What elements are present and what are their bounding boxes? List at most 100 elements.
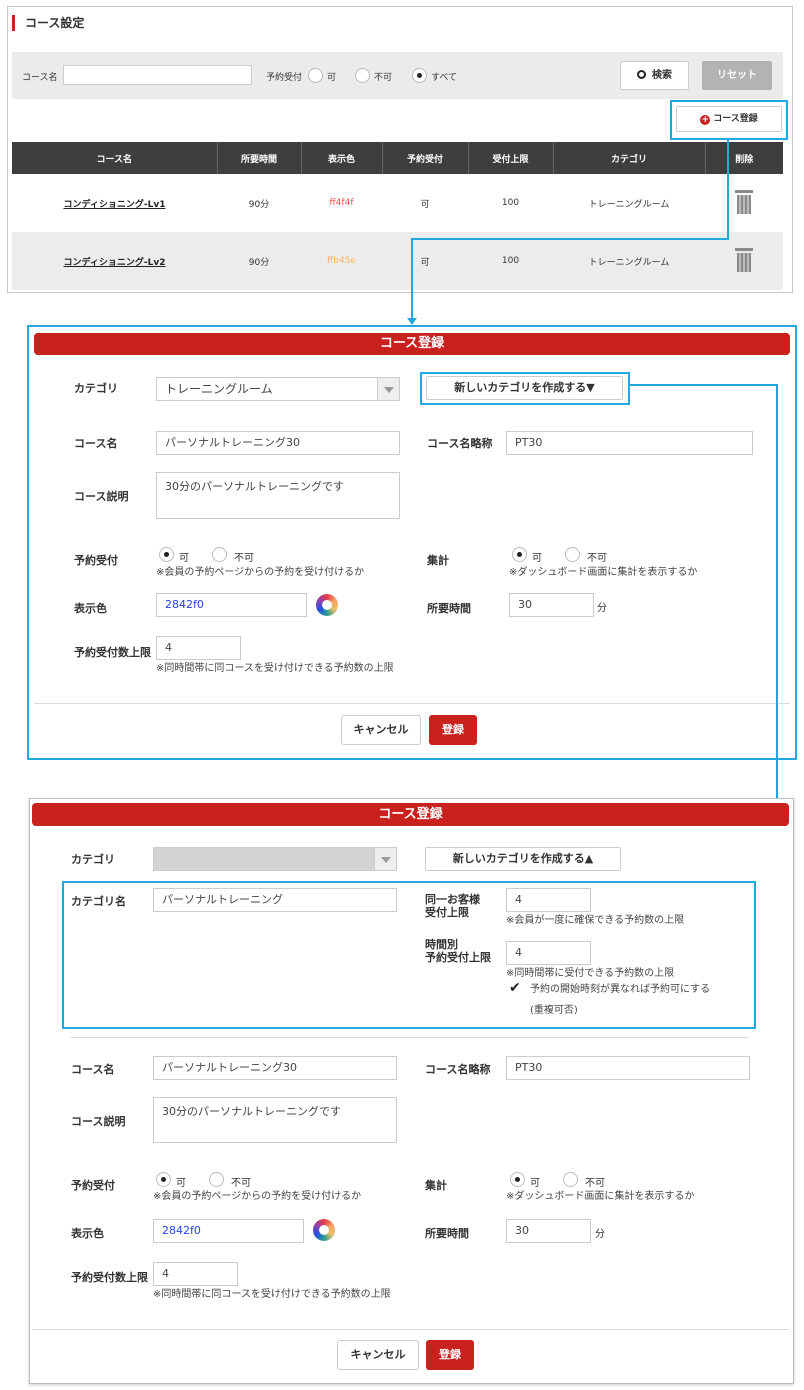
limit-input[interactable]: 4 <box>153 1262 238 1286</box>
connector-arrow <box>407 318 417 325</box>
accept-filter-label: 予約受付 <box>266 73 303 83</box>
same-customer-limit-input[interactable]: 4 <box>506 888 591 912</box>
color-wheel-icon[interactable] <box>316 594 338 616</box>
submit-button[interactable]: 登録 <box>429 715 477 745</box>
course-register-label: コース登録 <box>713 114 758 124</box>
short-name-label: コース名略称 <box>427 437 493 450</box>
color-input[interactable]: 2842f0 <box>153 1219 304 1243</box>
limit-cell: 100 <box>468 232 553 290</box>
divider <box>32 1329 789 1330</box>
color-label: 表示色 <box>74 602 107 615</box>
duration-label: 所要時間 <box>425 1227 469 1240</box>
accept-radio-no[interactable] <box>209 1172 224 1187</box>
limit-cell: 100 <box>468 174 553 232</box>
stats-radio-yes[interactable] <box>510 1172 525 1187</box>
duration-unit: 分 <box>595 1229 605 1240</box>
col-limit: 受付上限 <box>468 142 554 174</box>
course-table: コース名 所要時間 表示色 予約受付 受付上限 カテゴリ 削除 コンディショニン… <box>12 142 783 290</box>
accept-radio-no[interactable] <box>212 547 227 562</box>
limit-input[interactable]: 4 <box>156 636 241 660</box>
modal-title: コース登録 <box>34 333 790 355</box>
accept-cell: 可 <box>382 232 468 290</box>
col-course-name: コース名 <box>12 142 218 174</box>
course-link[interactable]: コンディショニング-Lv1 <box>64 200 166 210</box>
search-icon <box>637 70 646 79</box>
course-name-input[interactable]: パーソナルトレーニング30 <box>156 431 400 455</box>
connector-line <box>411 238 729 240</box>
stats-radio-no[interactable] <box>563 1172 578 1187</box>
divider <box>34 703 790 704</box>
category-name-input[interactable]: パーソナルトレーニング <box>153 888 397 912</box>
color-cell: ff4f4f <box>301 174 382 232</box>
description-textarea[interactable]: 30分のパーソナルトレーニングです <box>156 472 400 519</box>
cancel-button[interactable]: キャンセル <box>341 715 421 745</box>
short-name-input[interactable]: PT30 <box>506 1056 750 1080</box>
course-name-label: コース名 <box>74 437 118 450</box>
duration-input[interactable]: 30 <box>506 1219 591 1243</box>
search-bar: コース名 予約受付 可 不可 すべて 検索 リセット <box>12 52 783 99</box>
timeslot-label: 時間別 予約受付上限 <box>425 938 491 964</box>
short-name-label: コース名略称 <box>425 1063 491 1076</box>
stats-radio-yes[interactable] <box>512 547 527 562</box>
course-link[interactable]: コンディショニング-Lv2 <box>64 258 166 268</box>
course-register-modal-expanded: コース登録 カテゴリ 新しいカテゴリを作成する▲ カテゴリ名 パーソナルトレーニ… <box>29 798 794 1384</box>
stats-radio-no[interactable] <box>565 547 580 562</box>
accept-note: ※会員の予約ページからの予約を受け付けるか <box>156 567 365 578</box>
new-category-button[interactable]: 新しいカテゴリを作成する▲ <box>425 847 621 871</box>
submit-button[interactable]: 登録 <box>426 1340 474 1370</box>
col-delete: 削除 <box>705 142 783 174</box>
trash-icon[interactable] <box>735 189 753 214</box>
col-duration: 所要時間 <box>217 142 302 174</box>
stats-yes-label: 可 <box>530 1178 540 1189</box>
short-name-input[interactable]: PT30 <box>506 431 753 455</box>
category-select[interactable]: トレーニングルーム <box>156 377 400 401</box>
color-label: 表示色 <box>71 1227 104 1240</box>
col-category: カテゴリ <box>553 142 706 174</box>
accept-label: 予約受付 <box>74 554 118 567</box>
new-category-section: カテゴリ名 パーソナルトレーニング 同一お客様 受付上限 4 ※会員が一度に確保で… <box>62 881 756 1029</box>
cancel-button[interactable]: キャンセル <box>337 1340 419 1370</box>
accept-no-label: 不可 <box>234 553 254 564</box>
course-name-label: コース名 <box>22 73 58 83</box>
connector-line <box>628 384 778 386</box>
category-cell: トレーニングルーム <box>553 174 705 232</box>
col-accept: 予約受付 <box>382 142 469 174</box>
category-select[interactable] <box>153 847 397 871</box>
accept-cell: 可 <box>382 174 468 232</box>
color-wheel-icon[interactable] <box>313 1219 335 1241</box>
modal-title: コース登録 <box>32 803 789 826</box>
course-register-modal: コース登録 カテゴリ トレーニングルーム 新しいカテゴリを作成する▼ コース名 … <box>27 325 797 760</box>
reset-button[interactable]: リセット <box>702 61 772 90</box>
category-label: カテゴリ <box>74 382 118 395</box>
description-label: コース説明 <box>74 490 129 503</box>
color-input[interactable]: 2842f0 <box>156 593 307 617</box>
accept-radio-yes[interactable] <box>159 547 174 562</box>
table-row: コンディショニング-Lv2 90分 ffb45e 可 100 トレーニングルーム <box>12 232 783 290</box>
connector-line <box>411 238 413 320</box>
accept-label: 予約受付 <box>71 1179 115 1192</box>
course-name-search-input[interactable] <box>63 65 252 85</box>
duration-input[interactable]: 30 <box>509 593 594 617</box>
table-header: コース名 所要時間 表示色 予約受付 受付上限 カテゴリ 削除 <box>12 142 783 174</box>
filter-radio-no[interactable] <box>355 68 370 83</box>
filter-radio-all[interactable] <box>412 68 427 83</box>
stats-note: ※ダッシュボード画面に集計を表示するか <box>509 567 698 578</box>
course-name-input[interactable]: パーソナルトレーニング30 <box>153 1056 397 1080</box>
search-button[interactable]: 検索 <box>620 61 689 90</box>
course-register-button[interactable]: + コース登録 <box>676 106 782 132</box>
limit-label: 予約受付数上限 <box>74 646 151 659</box>
trash-icon[interactable] <box>735 247 753 272</box>
description-textarea[interactable]: 30分のパーソナルトレーニングです <box>153 1097 397 1143</box>
divider <box>70 1037 748 1038</box>
filter-radio-yes[interactable] <box>308 68 323 83</box>
duration-label: 所要時間 <box>427 602 471 615</box>
filter-radio-no-label: 不可 <box>374 73 393 83</box>
plus-circle-icon: + <box>700 115 711 125</box>
accept-radio-yes[interactable] <box>156 1172 171 1187</box>
timeslot-limit-input[interactable]: 4 <box>506 941 591 965</box>
stats-no-label: 不可 <box>585 1178 605 1189</box>
accept-yes-label: 可 <box>176 1178 186 1189</box>
checkmark-icon[interactable]: ✔ <box>509 980 521 996</box>
stats-yes-label: 可 <box>532 553 542 564</box>
new-category-button[interactable]: 新しいカテゴリを作成する▼ <box>426 376 623 400</box>
